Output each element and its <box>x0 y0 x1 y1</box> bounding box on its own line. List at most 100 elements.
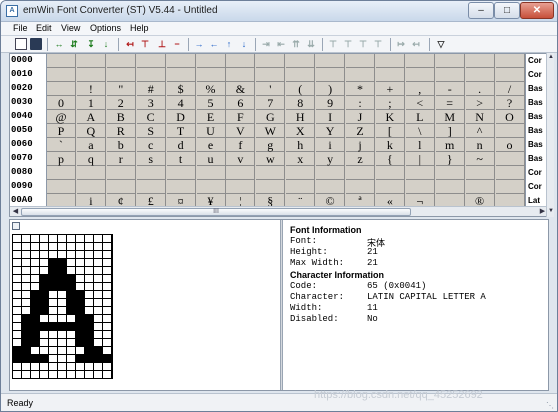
character-cell[interactable] <box>76 166 106 180</box>
glyph-pixel[interactable] <box>94 291 102 298</box>
character-cell[interactable]: ; <box>375 96 405 110</box>
glyph-pixel[interactable] <box>76 275 84 282</box>
character-cell[interactable] <box>196 166 226 180</box>
character-cell[interactable]: I <box>316 110 346 124</box>
character-cell[interactable] <box>256 54 286 68</box>
glyph-pixel[interactable] <box>58 283 66 290</box>
character-cell[interactable] <box>226 166 256 180</box>
glyph-pixel[interactable] <box>40 283 48 290</box>
menu-edit[interactable]: Edit <box>36 23 52 33</box>
glyph-pixel[interactable] <box>40 323 48 330</box>
character-cell[interactable]: A <box>76 110 106 124</box>
character-cell[interactable]: j <box>346 138 375 152</box>
character-cell[interactable]: S <box>136 124 166 138</box>
character-cell[interactable]: ~ <box>465 152 495 166</box>
character-cell[interactable] <box>196 54 226 68</box>
character-cell[interactable]: , <box>405 82 435 96</box>
character-cell[interactable] <box>495 54 525 68</box>
character-cell[interactable]: 0 <box>47 96 76 110</box>
glyph-pixel[interactable] <box>49 243 57 250</box>
character-cell[interactable]: M <box>435 110 465 124</box>
character-cell[interactable] <box>405 166 435 180</box>
glyph-pixel[interactable] <box>76 259 84 266</box>
shrink-bottom-icon[interactable]: ⊥ <box>156 38 168 50</box>
vertical-scrollbar[interactable]: ▲ ▼ <box>546 53 554 217</box>
glyph-pixel[interactable] <box>22 371 30 378</box>
glyph-pixel[interactable] <box>85 283 93 290</box>
character-cell[interactable]: o <box>495 138 525 152</box>
character-cell[interactable] <box>76 54 106 68</box>
width-left-icon[interactable]: ↤ <box>410 38 422 50</box>
glyph-pixel[interactable] <box>40 243 48 250</box>
glyph-pixel[interactable] <box>49 331 57 338</box>
glyph-pixel[interactable] <box>76 251 84 258</box>
character-cell[interactable]: 6 <box>226 96 256 110</box>
character-cell[interactable]: ^ <box>465 124 495 138</box>
glyph-pixel[interactable] <box>85 355 93 362</box>
character-cell[interactable]: n <box>465 138 495 152</box>
first-icon[interactable]: ⇤ <box>275 38 287 50</box>
align-top2-icon[interactable]: ⊤ <box>342 38 354 50</box>
shrink-mid-icon[interactable]: − <box>171 38 183 50</box>
character-cell[interactable]: l <box>405 138 435 152</box>
glyph-pixel[interactable] <box>58 331 66 338</box>
character-cell[interactable]: " <box>106 82 136 96</box>
character-cell[interactable] <box>435 68 465 82</box>
glyph-pixel[interactable] <box>22 315 30 322</box>
glyph-pixel[interactable] <box>22 291 30 298</box>
glyph-pixel[interactable] <box>22 267 30 274</box>
character-cell[interactable] <box>47 180 76 194</box>
glyph-pixel[interactable] <box>94 331 102 338</box>
glyph-pixel[interactable] <box>67 283 75 290</box>
character-cell[interactable]: B <box>106 110 136 124</box>
character-cell[interactable]: | <box>405 152 435 166</box>
shift-left-icon[interactable]: ← <box>208 38 220 50</box>
character-cell[interactable]: K <box>375 110 405 124</box>
glyph-pixel[interactable] <box>22 347 30 354</box>
glyph-pixel[interactable] <box>31 243 39 250</box>
glyph-pixel[interactable] <box>22 355 30 362</box>
glyph-pixel[interactable] <box>31 251 39 258</box>
menu-file[interactable]: File <box>13 23 28 33</box>
glyph-pixel[interactable] <box>58 235 66 242</box>
glyph-pixel[interactable] <box>40 275 48 282</box>
character-cell[interactable]: m <box>435 138 465 152</box>
shift-up-icon[interactable]: ↑ <box>223 38 235 50</box>
character-cell[interactable]: @ <box>47 110 76 124</box>
glyph-pixel[interactable] <box>13 315 21 322</box>
character-cell[interactable] <box>286 166 316 180</box>
glyph-pixel[interactable] <box>67 339 75 346</box>
glyph-pixel[interactable] <box>94 299 102 306</box>
glyph-pixel[interactable] <box>40 347 48 354</box>
glyph-pixel[interactable] <box>103 283 111 290</box>
glyph-pixel[interactable] <box>49 235 57 242</box>
maximize-button[interactable]: □ <box>494 2 520 19</box>
character-cell[interactable] <box>106 166 136 180</box>
glyph-pixel[interactable] <box>13 339 21 346</box>
glyph-pixel[interactable] <box>76 355 84 362</box>
glyph-pixel[interactable] <box>76 371 84 378</box>
character-cell[interactable] <box>375 68 405 82</box>
character-cell[interactable] <box>166 180 196 194</box>
character-cell[interactable]: / <box>495 82 525 96</box>
glyph-pixel[interactable] <box>58 243 66 250</box>
scroll-left-icon[interactable]: ◀ <box>10 207 21 216</box>
collapse-icon[interactable]: ⇊ <box>305 38 317 50</box>
character-cell[interactable]: 9 <box>316 96 346 110</box>
prev-icon[interactable]: ⇈ <box>290 38 302 50</box>
character-cell[interactable]: + <box>375 82 405 96</box>
glyph-pixel[interactable] <box>22 331 30 338</box>
glyph-pixel[interactable] <box>103 299 111 306</box>
character-cell[interactable] <box>316 166 346 180</box>
character-cell[interactable] <box>106 180 136 194</box>
glyph-pixel[interactable] <box>85 259 93 266</box>
glyph-pixel[interactable] <box>13 323 21 330</box>
character-cell[interactable]: z <box>346 152 375 166</box>
glyph-pixel[interactable] <box>67 259 75 266</box>
glyph-pixel[interactable] <box>31 235 39 242</box>
character-cell[interactable]: { <box>375 152 405 166</box>
glyph-pixel[interactable] <box>40 339 48 346</box>
move-down-line-icon[interactable]: ↓ <box>100 38 112 50</box>
glyph-pixel[interactable] <box>22 283 30 290</box>
glyph-pixel[interactable] <box>49 283 57 290</box>
